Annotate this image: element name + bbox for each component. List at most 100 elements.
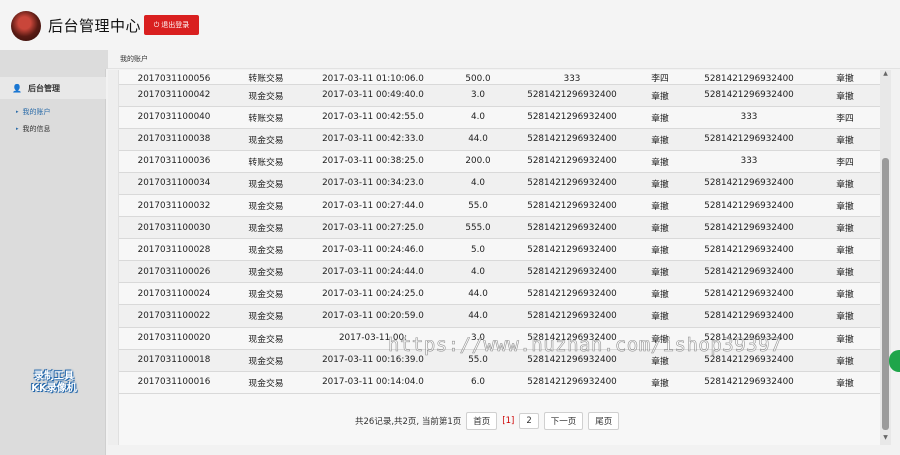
first-page-button[interactable]: 首页 bbox=[466, 412, 498, 430]
cell-to-account: 5281421296932400 bbox=[689, 216, 809, 240]
cell-serial-no: 2017031100032 bbox=[119, 194, 229, 218]
cell-from-account: 5281421296932400 bbox=[513, 260, 631, 284]
table-row: 2017031100036 转账交易 2017-03-11 00:38:25.0 20… bbox=[119, 150, 881, 173]
cell-from-name: 章撤 bbox=[631, 194, 689, 218]
cell-from-account: 5281421296932400 bbox=[513, 371, 631, 394]
cell-to-account: 5281421296932400 bbox=[689, 194, 809, 218]
pagination-summary: 共26记录,共2页, 当前第1页 bbox=[355, 417, 462, 427]
cell-amount: 4.0 bbox=[443, 172, 513, 195]
cell-from-name: 章撤 bbox=[631, 216, 689, 240]
sidebar-item-label: 我的账户 bbox=[22, 108, 51, 116]
sidebar-group-label: 后台管理 bbox=[27, 83, 60, 93]
table-row: 2017031100026 现金交易 2017-03-11 00:24:44.0 4.… bbox=[119, 260, 881, 284]
transactions-panel: 2017031100056 转账交易 2017-03-11 01:10:06.0 50… bbox=[118, 70, 881, 445]
cell-time: 2017-03-11 00:49:40.0 bbox=[303, 84, 443, 107]
page-2-button[interactable]: 2 bbox=[519, 413, 539, 429]
app-title: 后台管理中心 bbox=[48, 17, 142, 35]
table-row: 2017031100032 现金交易 2017-03-11 00:27:44.0 55… bbox=[119, 194, 881, 218]
scroll-down-arrow-icon[interactable]: ▼ bbox=[880, 434, 891, 444]
logout-button[interactable]: ⏻ 退出登录 bbox=[144, 15, 199, 35]
current-page-link[interactable]: [1] bbox=[502, 416, 514, 426]
sidebar-item-my-info[interactable]: ▸ 我的信息 bbox=[16, 124, 51, 134]
user-icon: 👤 bbox=[12, 83, 22, 93]
cell-time: 2017-03-11 00:14:04.0 bbox=[303, 371, 443, 394]
cell-serial-no: 2017031100034 bbox=[119, 172, 229, 195]
main-content: 2017031100056 转账交易 2017-03-11 01:10:06.0 50… bbox=[108, 70, 881, 445]
cell-type: 现金交易 bbox=[229, 304, 303, 328]
cell-to-account: 5281421296932400 bbox=[689, 260, 809, 284]
cell-to-name: 章撤 bbox=[809, 304, 881, 328]
cell-time: 2017-03-11 00:42:33.0 bbox=[303, 128, 443, 151]
cell-from-name: 章撤 bbox=[631, 172, 689, 195]
cell-type: 现金交易 bbox=[229, 282, 303, 306]
cell-amount: 44.0 bbox=[443, 282, 513, 306]
cell-amount: 555.0 bbox=[443, 216, 513, 240]
cell-from-name: 章撤 bbox=[631, 128, 689, 151]
breadcrumb: 我的账户 bbox=[120, 55, 148, 63]
sidebar-item-my-account[interactable]: ▸ 我的账户 bbox=[16, 107, 51, 117]
bullet-icon: ▸ bbox=[16, 109, 19, 115]
table-row: 2017031100056 转账交易 2017-03-11 01:10:06.0 50… bbox=[119, 70, 881, 85]
cell-from-name: 李四 bbox=[631, 70, 689, 85]
cell-type: 现金交易 bbox=[229, 128, 303, 151]
logout-label: 退出登录 bbox=[161, 21, 190, 29]
recorder-watermark: 录制工具 KK录像机 bbox=[14, 371, 94, 395]
cell-to-name: 章撤 bbox=[809, 238, 881, 262]
table-row: 2017031100042 现金交易 2017-03-11 00:49:40.0 3.… bbox=[119, 84, 881, 107]
url-watermark: https://www.huzhan.com/ishop39397 bbox=[388, 334, 782, 357]
cell-amount: 4.0 bbox=[443, 260, 513, 284]
cell-serial-no: 2017031100022 bbox=[119, 304, 229, 328]
next-page-button[interactable]: 下一页 bbox=[543, 412, 584, 430]
cell-serial-no: 2017031100018 bbox=[119, 349, 229, 372]
cell-serial-no: 2017031100040 bbox=[119, 106, 229, 129]
cell-to-name: 李四 bbox=[809, 150, 881, 173]
cell-to-account: 5281421296932400 bbox=[689, 128, 809, 151]
cell-serial-no: 2017031100038 bbox=[119, 128, 229, 151]
cell-from-account: 5281421296932400 bbox=[513, 128, 631, 151]
table-row: 2017031100024 现金交易 2017-03-11 00:24:25.0 44… bbox=[119, 282, 881, 306]
cell-type: 现金交易 bbox=[229, 216, 303, 240]
cell-from-account: 333 bbox=[513, 70, 631, 85]
cell-from-account: 5281421296932400 bbox=[513, 238, 631, 262]
table-row: 2017031100038 现金交易 2017-03-11 00:42:33.0 44… bbox=[119, 128, 881, 151]
cell-type: 现金交易 bbox=[229, 260, 303, 284]
table-row: 2017031100022 现金交易 2017-03-11 00:20:59.0 44… bbox=[119, 304, 881, 328]
cell-to-name: 章撤 bbox=[809, 216, 881, 240]
cell-amount: 500.0 bbox=[443, 70, 513, 85]
last-page-button[interactable]: 尾页 bbox=[588, 412, 620, 430]
cell-to-name: 章撤 bbox=[809, 70, 881, 85]
cell-time: 2017-03-11 00:27:25.0 bbox=[303, 216, 443, 240]
cell-to-account: 5281421296932400 bbox=[689, 282, 809, 306]
recorder-watermark-line2: KK录像机 bbox=[31, 383, 77, 394]
vertical-scrollbar[interactable]: ▲ ▼ bbox=[880, 70, 891, 445]
floating-side-button[interactable] bbox=[889, 350, 900, 372]
cell-from-name: 章撤 bbox=[631, 150, 689, 173]
cell-from-account: 5281421296932400 bbox=[513, 216, 631, 240]
cell-to-name: 章撤 bbox=[809, 172, 881, 195]
cell-amount: 6.0 bbox=[443, 371, 513, 394]
pagination: 共26记录,共2页, 当前第1页 首页 [1] 2 下一页 尾页 bbox=[355, 412, 620, 430]
cell-time: 2017-03-11 00:27:44.0 bbox=[303, 194, 443, 218]
cell-from-account: 5281421296932400 bbox=[513, 304, 631, 328]
cell-type: 转账交易 bbox=[229, 150, 303, 173]
scroll-up-arrow-icon[interactable]: ▲ bbox=[880, 70, 891, 80]
cell-serial-no: 2017031100024 bbox=[119, 282, 229, 306]
cell-to-name: 章撤 bbox=[809, 128, 881, 151]
cell-to-account: 5281421296932400 bbox=[689, 84, 809, 107]
cell-from-account: 5281421296932400 bbox=[513, 84, 631, 107]
cell-amount: 55.0 bbox=[443, 194, 513, 218]
cell-serial-no: 2017031100020 bbox=[119, 327, 229, 350]
cell-type: 现金交易 bbox=[229, 349, 303, 372]
sidebar-group-header[interactable]: 👤 后台管理 bbox=[0, 77, 106, 99]
scroll-thumb[interactable] bbox=[882, 158, 889, 430]
cell-time: 2017-03-11 00:24:44.0 bbox=[303, 260, 443, 284]
cell-time: 2017-03-11 01:10:06.0 bbox=[303, 70, 443, 85]
cell-type: 现金交易 bbox=[229, 172, 303, 195]
cell-time: 2017-03-11 00:34:23.0 bbox=[303, 172, 443, 195]
cell-time: 2017-03-11 00:24:46.0 bbox=[303, 238, 443, 262]
cell-from-name: 章撤 bbox=[631, 304, 689, 328]
cell-serial-no: 2017031100036 bbox=[119, 150, 229, 173]
cell-serial-no: 2017031100042 bbox=[119, 84, 229, 107]
breadcrumb-bar: 我的账户 bbox=[0, 50, 900, 69]
cell-from-account: 5281421296932400 bbox=[513, 282, 631, 306]
